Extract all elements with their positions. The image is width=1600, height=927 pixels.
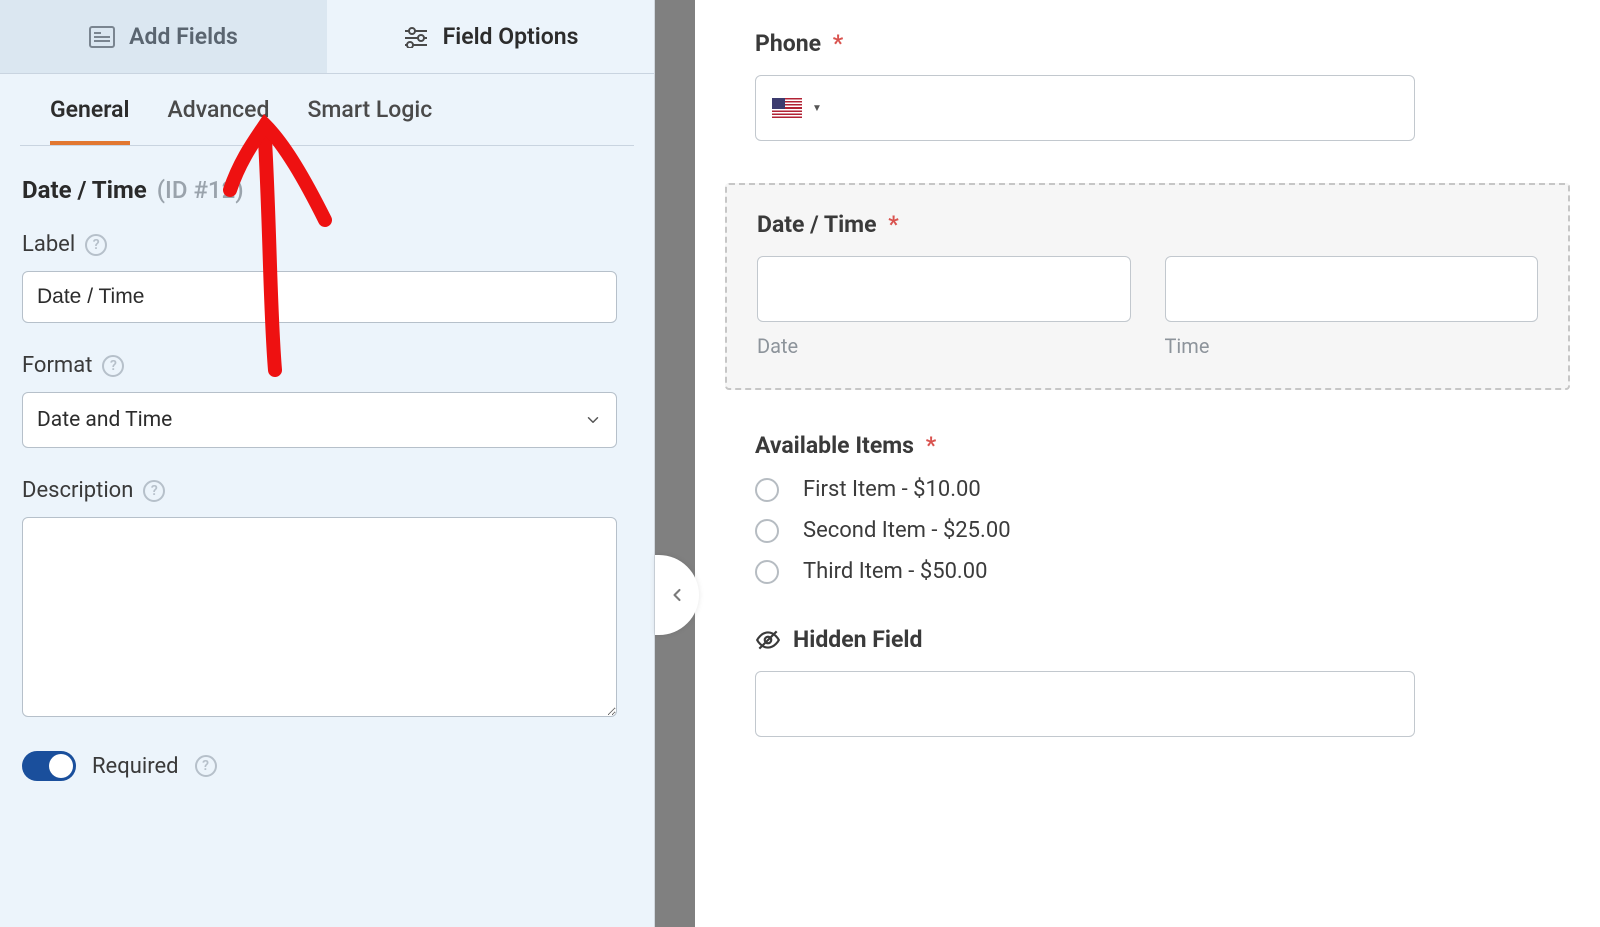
datetime-label: Date / Time: [757, 211, 877, 238]
panel-body: Date / Time (ID #12) Label ? Format ? Da…: [0, 146, 654, 801]
field-options-panel: Add Fields Field Options General Advance…: [0, 0, 655, 927]
description-caption: Description: [22, 478, 133, 503]
required-star: *: [888, 211, 898, 238]
help-icon[interactable]: ?: [102, 355, 124, 377]
top-tabs: Add Fields Field Options: [0, 0, 654, 74]
required-row: Required ?: [22, 751, 634, 781]
hidden-input[interactable]: [755, 671, 1415, 737]
description-textarea[interactable]: [22, 517, 617, 717]
flag-caret-icon[interactable]: ▼: [812, 103, 822, 114]
chevron-left-icon: [667, 581, 687, 609]
label-row: Label ?: [22, 232, 634, 323]
radio-icon: [755, 519, 779, 543]
help-icon[interactable]: ?: [143, 480, 165, 502]
item-option[interactable]: Second Item - $25.00: [755, 518, 1415, 543]
tab-field-options-label: Field Options: [443, 23, 579, 50]
date-input[interactable]: [757, 256, 1131, 322]
format-caption: Format: [22, 353, 92, 378]
flag-us-icon[interactable]: [772, 98, 802, 118]
label-input[interactable]: [22, 271, 617, 323]
sub-tabs: General Advanced Smart Logic: [20, 74, 634, 146]
help-icon[interactable]: ?: [195, 755, 217, 777]
chevron-down-icon: [584, 411, 602, 429]
time-sublabel: Time: [1165, 334, 1539, 358]
required-star: *: [833, 30, 843, 57]
toggle-knob: [49, 754, 73, 778]
sliders-icon: [403, 26, 429, 48]
radio-icon: [755, 478, 779, 502]
subtab-general[interactable]: General: [50, 96, 130, 145]
tab-add-fields-label: Add Fields: [129, 23, 238, 50]
field-id: (ID #12): [157, 176, 244, 204]
item-option[interactable]: Third Item - $50.00: [755, 559, 1415, 584]
description-row: Description ?: [22, 478, 634, 721]
field-name: Date / Time: [22, 176, 147, 204]
hidden-label: Hidden Field: [793, 626, 922, 653]
form-preview: Phone * ▼ Date / Time * Date Time Availa…: [695, 0, 1600, 927]
item-option-label: First Item - $10.00: [803, 477, 981, 502]
format-select[interactable]: Date and Time: [22, 392, 617, 448]
panel-divider: [655, 0, 695, 927]
phone-label: Phone: [755, 30, 821, 57]
item-option-label: Second Item - $25.00: [803, 518, 1011, 543]
preview-phone[interactable]: Phone * ▼: [755, 30, 1415, 141]
required-label: Required: [92, 754, 179, 779]
form-fields-icon: [89, 26, 115, 48]
item-option-label: Third Item - $50.00: [803, 559, 987, 584]
preview-datetime-selected[interactable]: Date / Time * Date Time: [725, 183, 1570, 390]
format-row: Format ? Date and Time: [22, 353, 634, 448]
preview-items[interactable]: Available Items * First Item - $10.00 Se…: [755, 432, 1415, 584]
help-icon[interactable]: ?: [85, 234, 107, 256]
field-header: Date / Time (ID #12): [22, 176, 634, 204]
items-label: Available Items: [755, 432, 914, 459]
label-caption: Label: [22, 232, 75, 257]
format-value: Date and Time: [37, 408, 172, 432]
phone-input[interactable]: ▼: [755, 75, 1415, 141]
required-toggle[interactable]: [22, 751, 76, 781]
preview-hidden[interactable]: Hidden Field: [755, 626, 1415, 737]
tab-field-options[interactable]: Field Options: [327, 0, 654, 73]
radio-icon: [755, 560, 779, 584]
eye-slash-icon: [755, 627, 781, 653]
item-option[interactable]: First Item - $10.00: [755, 477, 1415, 502]
date-sublabel: Date: [757, 334, 1131, 358]
tab-add-fields[interactable]: Add Fields: [0, 0, 327, 73]
subtab-advanced[interactable]: Advanced: [168, 96, 270, 145]
time-input[interactable]: [1165, 256, 1539, 322]
required-star: *: [926, 432, 936, 459]
subtab-smart-logic[interactable]: Smart Logic: [307, 96, 432, 145]
